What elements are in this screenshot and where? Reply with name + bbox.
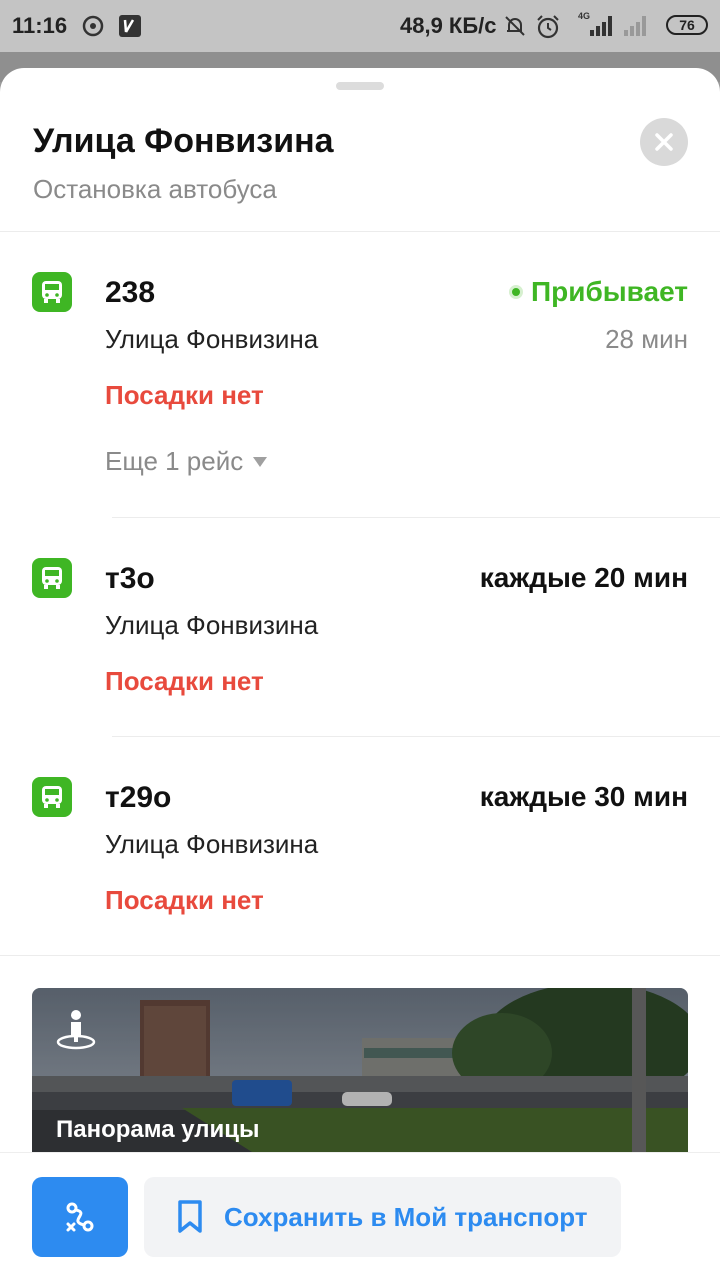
save-button-label: Сохранить в Мой транспорт: [224, 1201, 588, 1232]
route-number: т29о: [105, 781, 172, 814]
bottom-actions: Сохранить в Мой транспорт: [0, 1152, 720, 1280]
street-panorama[interactable]: Панорама улицы: [32, 988, 688, 1152]
media-icon: [82, 14, 106, 43]
arrival-status: Прибывает: [509, 276, 688, 308]
signal-4g-icon: 4G: [576, 10, 616, 43]
route-item[interactable]: 238 Прибывает Улица Фонвизина 28 мин Пос…: [0, 258, 720, 518]
divider: [112, 736, 720, 737]
bookmark-icon: [178, 1200, 202, 1233]
route-item[interactable]: т3о каждые 20 мин Улица Фонвизина Посадк…: [0, 544, 720, 734]
arrival-status-text: Прибывает: [531, 276, 688, 307]
status-time: 11:16: [12, 13, 68, 38]
panorama-icon: [54, 1008, 98, 1057]
svg-text:4G: 4G: [578, 11, 590, 21]
peace-app-icon: [118, 14, 142, 43]
bell-off-icon: [503, 14, 527, 43]
panorama-label: Панорама улицы: [56, 1116, 260, 1143]
stop-subtitle: Остановка автобуса: [33, 174, 277, 204]
build-route-button[interactable]: [32, 1177, 128, 1257]
save-to-my-transport-button[interactable]: Сохранить в Мой транспорт: [144, 1177, 621, 1257]
alarm-icon: [535, 14, 561, 45]
stop-title: Улица Фонвизина: [33, 122, 334, 160]
bus-icon: [32, 272, 72, 312]
arrival-time: 28 мин: [605, 324, 688, 354]
more-trips-label: Еще 1 рейс: [105, 446, 244, 476]
more-trips-toggle[interactable]: Еще 1 рейс: [105, 446, 268, 477]
bus-icon: [32, 777, 72, 817]
caret-down-icon: [253, 456, 268, 467]
route-number: т3о: [105, 562, 155, 595]
boarding-note: Посадки нет: [105, 380, 264, 410]
divider: [0, 231, 720, 232]
bus-icon: [32, 558, 72, 598]
close-icon: [655, 133, 673, 151]
route-destination: Улица Фонвизина: [105, 829, 319, 859]
route-destination: Улица Фонвизина: [105, 324, 319, 354]
boarding-note: Посадки нет: [105, 666, 264, 696]
live-dot-icon: [509, 285, 524, 299]
drag-handle[interactable]: [336, 82, 384, 90]
stop-card: Улица Фонвизина Остановка автобуса 238 П…: [0, 68, 720, 1280]
route-number: 238: [105, 276, 156, 309]
route-frequency: каждые 20 мин: [479, 562, 688, 593]
battery-indicator: 76: [666, 15, 708, 35]
close-button[interactable]: [640, 118, 688, 166]
status-bar: 11:16 48,9 КБ/с 4G 76: [0, 0, 720, 52]
boarding-note: Посадки нет: [105, 885, 264, 915]
divider: [0, 955, 720, 956]
network-speed: 48,9 КБ/с: [400, 13, 497, 38]
route-destination: Улица Фонвизина: [105, 610, 319, 640]
route-item[interactable]: т29о каждые 30 мин Улица Фонвизина Посад…: [0, 763, 720, 953]
signal-icon: [622, 12, 652, 43]
route-frequency: каждые 30 мин: [479, 781, 688, 812]
divider: [112, 517, 720, 518]
route-icon: [66, 1202, 94, 1232]
